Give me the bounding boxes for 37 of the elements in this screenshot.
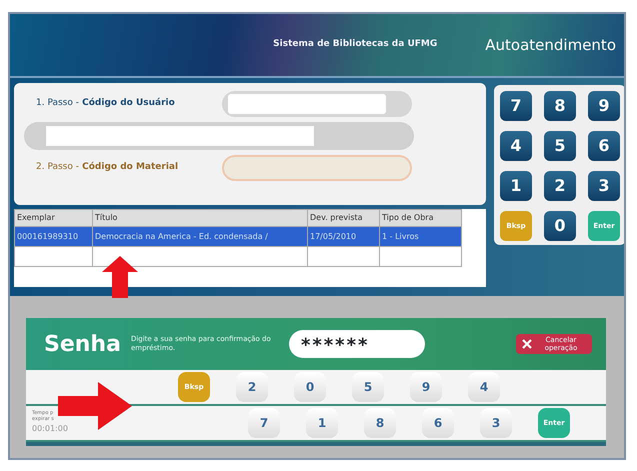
digit-key[interactable]: 7 (248, 408, 280, 438)
digit-key[interactable]: 6 (422, 408, 454, 438)
digit-key[interactable]: 1 (306, 408, 338, 438)
column-header: Exemplar (14, 210, 92, 226)
app-title: Autoatendimento (485, 34, 616, 56)
digit-key[interactable]: 8 (544, 91, 576, 121)
digit-key[interactable]: 8 (364, 408, 396, 438)
digit-key[interactable]: 9 (588, 91, 620, 121)
digit-key[interactable]: 2 (544, 171, 576, 201)
column-header: Tipo de Obra (380, 210, 462, 226)
input-field[interactable] (24, 122, 414, 150)
digit-key[interactable]: 3 (588, 171, 620, 201)
digit-key[interactable]: 9 (410, 372, 442, 402)
digit-key[interactable]: 4 (468, 372, 500, 402)
step-label: 2. Passo - Código do Material (35, 161, 180, 174)
digit-key[interactable]: 0 (544, 211, 576, 241)
digit-key[interactable]: 0 (294, 372, 326, 402)
close-icon (522, 339, 532, 349)
digit-key[interactable]: 1 (500, 171, 532, 201)
digit-key[interactable]: 2 (236, 372, 268, 402)
table-row[interactable]: 000161989310 Democracia na America - Ed. condensada / 17/05/2010 1 - Livros (14, 226, 462, 246)
timer-value: 00:01:00 (32, 423, 69, 435)
digit-key[interactable]: 5 (352, 372, 384, 402)
input-field[interactable] (222, 155, 412, 181)
system-name: Sistema de Bibliotecas da UFMG (273, 38, 438, 52)
column-header: Dev. prevista (308, 210, 380, 226)
digit-key[interactable]: 7 (500, 91, 532, 121)
password-title: Senha (44, 330, 121, 358)
arrow-annotation (102, 256, 138, 298)
password-field[interactable]: ****** (288, 330, 425, 358)
column-header: Título (92, 210, 308, 226)
step-label: 1. Passo - Código do Usuário (35, 97, 176, 110)
input-field[interactable] (222, 91, 412, 117)
digit-key[interactable]: 4 (500, 131, 532, 161)
digit-key[interactable]: 5 (544, 131, 576, 161)
digit-key[interactable]: 3 (480, 408, 512, 438)
digit-key[interactable]: 6 (588, 131, 620, 161)
